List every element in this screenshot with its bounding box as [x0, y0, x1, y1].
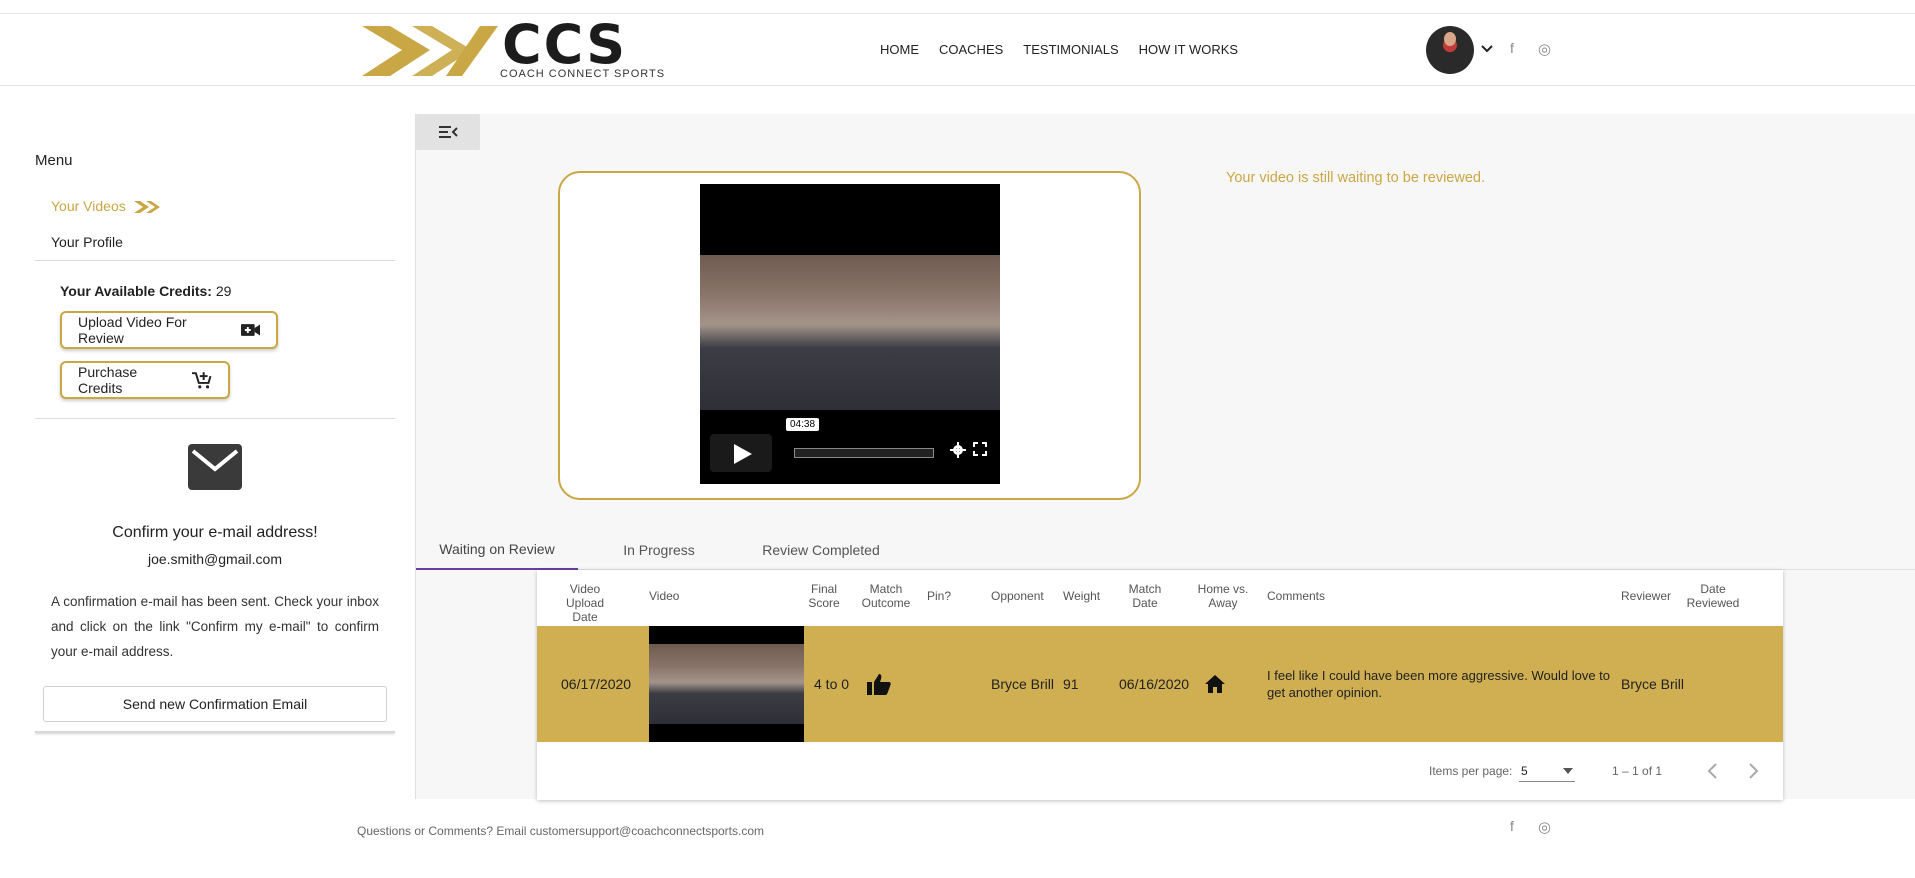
tab-review-completed[interactable]: Review Completed: [740, 530, 902, 570]
chevron-down-icon[interactable]: [1480, 44, 1494, 54]
confirm-email-title: Confirm your e-mail address!: [112, 524, 318, 541]
video-thumbnail[interactable]: [649, 626, 804, 742]
col-pin[interactable]: Pin?: [927, 589, 951, 603]
next-page-icon[interactable]: [1747, 763, 1759, 779]
cell-match-date: 06/16/2020: [1119, 676, 1190, 692]
footer-facebook-icon[interactable]: f: [1510, 818, 1514, 834]
col-opponent[interactable]: Opponent: [991, 589, 1044, 603]
col-home-away[interactable]: Home vs. Away: [1193, 582, 1253, 610]
col-comments[interactable]: Comments: [1267, 589, 1325, 603]
ccs-logo-icon: [133, 201, 160, 214]
previous-page-icon[interactable]: [1707, 763, 1719, 779]
review-tabs: Waiting on Review In Progress Review Com…: [416, 530, 1915, 570]
tab-waiting-on-review[interactable]: Waiting on Review: [416, 530, 578, 570]
nav-home[interactable]: HOME: [880, 42, 919, 57]
upload-video-label: Upload Video For Review: [78, 314, 187, 346]
sidebar-bottom-divider: [35, 731, 395, 733]
menu-collapse-icon: [439, 126, 458, 138]
facebook-icon[interactable]: f: [1510, 40, 1514, 56]
footer-contact-text: Questions or Comments? Email customersup…: [357, 824, 765, 838]
col-final-score[interactable]: Final Score: [799, 582, 849, 610]
fullscreen-icon[interactable]: [973, 442, 987, 456]
site-header: CCS COACH CONNECT SPORTS HOME COACHES TE…: [0, 14, 1915, 86]
thumbs-up-icon: [867, 674, 891, 695]
main-nav: HOME COACHES TESTIMONIALS HOW IT WORKS: [880, 42, 1238, 57]
tab-in-progress[interactable]: In Progress: [578, 530, 740, 570]
credits-value: 29: [215, 283, 232, 299]
play-button[interactable]: [710, 434, 772, 472]
available-credits: Your Available Credits: 29: [60, 283, 231, 299]
video-camera-add-icon: [240, 324, 260, 336]
avatar-face: [1444, 32, 1456, 46]
cell-home-away: [1205, 626, 1225, 742]
table-row[interactable]: 06/17/2020 4 to 0 Bryce Brill 91 06/16/2…: [537, 626, 1783, 742]
cell-weight: 91: [1063, 676, 1079, 692]
sidebar-toggle-button[interactable]: [416, 114, 480, 150]
page-range: 1 – 1 of 1: [1612, 764, 1663, 778]
col-upload-date[interactable]: Video Upload Date: [557, 582, 613, 624]
cell-upload-date: 06/17/2020: [561, 676, 632, 692]
credits-label: Your Available Credits:: [60, 283, 212, 299]
items-per-page-label: Items per page:: [1429, 764, 1513, 778]
sidebar-item-your-profile[interactable]: Your Profile: [51, 234, 123, 250]
menu-title: Menu: [35, 152, 73, 169]
home-icon: [1205, 675, 1225, 693]
sidebar-item-label: Your Videos: [51, 198, 126, 214]
settings-gear-icon[interactable]: [950, 442, 966, 458]
review-status-text: Your video is still waiting to be review…: [1226, 170, 1485, 186]
cell-reviewer: Bryce Brill: [1621, 676, 1685, 692]
nav-coaches[interactable]: COACHES: [939, 42, 1003, 57]
cell-final-score: 4 to 0: [814, 676, 850, 692]
confirm-email-address: joe.smith@gmail.com: [147, 551, 283, 567]
thumbnail-image: [649, 644, 804, 724]
confirm-email-message: A confirmation e-mail has been sent. Che…: [51, 594, 379, 659]
videos-table: Video Upload Date Video Final Score Matc…: [537, 570, 1783, 800]
sidebar-item-your-videos[interactable]: Your Videos: [51, 198, 162, 214]
video-player[interactable]: 04:38: [700, 184, 1000, 484]
col-reviewer[interactable]: Reviewer: [1621, 589, 1671, 603]
logo-subtitle: COACH CONNECT SPORTS: [500, 68, 666, 80]
col-video[interactable]: Video: [649, 589, 679, 603]
col-match-outcome[interactable]: Match Outcome: [857, 582, 915, 610]
purchase-credits-button[interactable]: Purchase Credits: [60, 361, 230, 399]
cell-match-outcome: [867, 626, 891, 742]
nav-how-it-works[interactable]: HOW IT WORKS: [1139, 42, 1238, 57]
paginator: Items per page: 5 1 – 1 of 1: [537, 756, 1783, 786]
col-weight[interactable]: Weight: [1063, 589, 1100, 603]
ccs-logo[interactable]: CCS COACH CONNECT SPORTS: [362, 13, 664, 80]
mail-icon: [188, 444, 242, 490]
user-avatar[interactable]: [1426, 26, 1474, 74]
nav-testimonials[interactable]: TESTIMONIALS: [1023, 42, 1118, 57]
items-per-page-select[interactable]: 5: [1519, 758, 1575, 782]
purchase-credits-label: Purchase Credits: [78, 364, 138, 396]
sidebar-divider: [35, 418, 395, 419]
cell-opponent: Bryce Brill: [991, 676, 1055, 692]
logo-text: CCS: [502, 13, 628, 76]
items-per-page-value: 5: [1521, 764, 1528, 778]
dropdown-arrow-icon: [1563, 768, 1573, 774]
time-tooltip: 04:38: [786, 418, 820, 431]
ccs-logo-mark-icon: [362, 26, 498, 76]
upload-video-button[interactable]: Upload Video For Review: [60, 311, 278, 349]
col-date-reviewed[interactable]: Date Reviewed: [1683, 582, 1743, 610]
cart-add-icon: [191, 372, 211, 389]
send-confirmation-button[interactable]: Send new Confirmation Email: [43, 686, 387, 722]
footer-instagram-icon[interactable]: ◎: [1538, 818, 1551, 836]
sidebar-divider: [35, 260, 395, 261]
video-preview-image: [700, 255, 1000, 410]
instagram-icon[interactable]: ◎: [1538, 40, 1551, 58]
progress-bar[interactable]: [794, 448, 934, 458]
cell-comments: I feel like I could have been more aggre…: [1267, 668, 1611, 700]
col-match-date[interactable]: Match Date: [1122, 582, 1168, 610]
player-controls: 04:38: [710, 418, 992, 472]
